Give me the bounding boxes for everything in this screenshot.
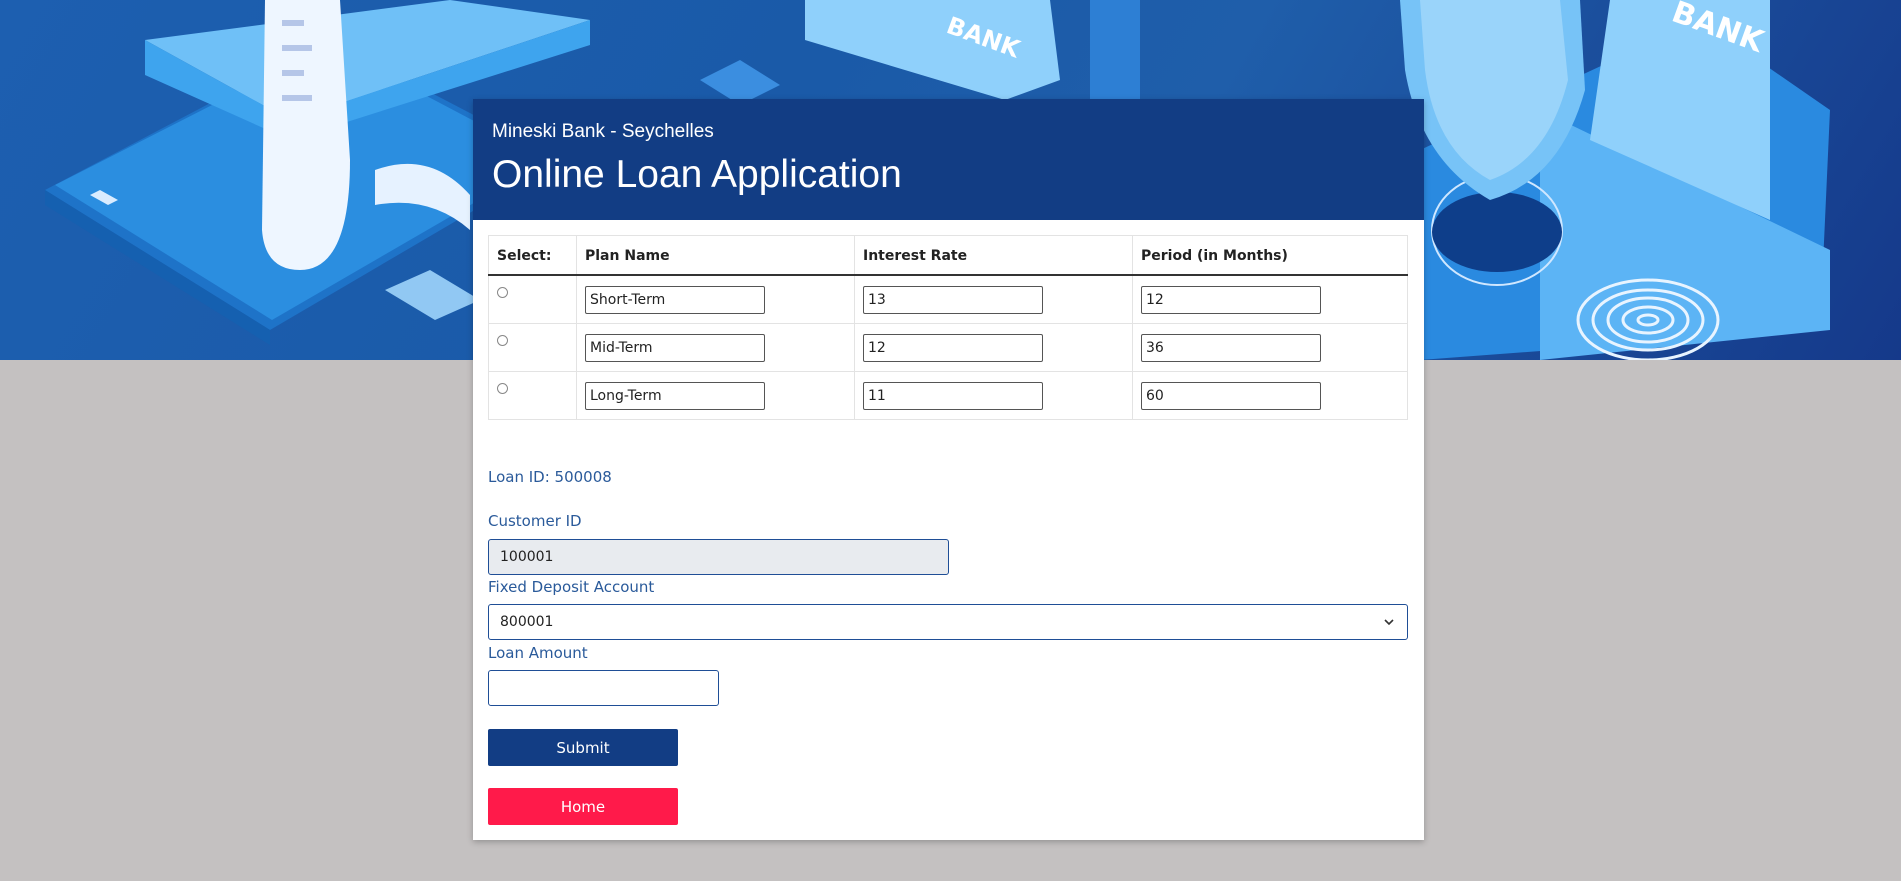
plan-name-cell [576, 323, 855, 372]
bank-name: Mineski Bank - Seychelles [492, 121, 714, 142]
plan-radio-short-term[interactable] [497, 287, 508, 298]
fixed-deposit-select[interactable]: 800001 [488, 604, 1408, 640]
plan-name-input[interactable] [585, 285, 765, 314]
loan-plans-table: Select: Plan Name Interest Rate Period (… [488, 235, 1408, 420]
customer-id-value: 100001 [500, 549, 554, 565]
table-row [488, 274, 1408, 324]
loan-id-text: Loan ID: 500008 [488, 468, 612, 486]
plan-name-cell [576, 274, 855, 324]
customer-id-field[interactable]: 100001 [488, 539, 949, 575]
interest-rate-cell [854, 371, 1133, 420]
table-row [488, 323, 1408, 372]
fixed-deposit-value: 800001 [500, 614, 554, 630]
submit-button[interactable]: Submit [488, 729, 678, 766]
interest-rate-cell [854, 323, 1133, 372]
customer-id-label: Customer ID [488, 512, 582, 530]
period-cell [1132, 323, 1408, 372]
period-input[interactable] [1141, 381, 1321, 410]
plan-name-input[interactable] [585, 381, 765, 410]
select-cell [488, 371, 577, 420]
period-input[interactable] [1141, 333, 1321, 362]
plan-radio-long-term[interactable] [497, 383, 508, 394]
interest-rate-input[interactable] [863, 333, 1043, 362]
loan-application-card: Mineski Bank - Seychelles Online Loan Ap… [473, 99, 1424, 840]
loan-amount-input[interactable] [488, 670, 719, 706]
interest-rate-input[interactable] [863, 381, 1043, 410]
home-button[interactable]: Home [488, 788, 678, 825]
page-title: Online Loan Application [492, 153, 902, 196]
plan-name-input[interactable] [585, 333, 765, 362]
table-row [488, 371, 1408, 420]
loan-amount-label: Loan Amount [488, 644, 588, 662]
plan-radio-mid-term[interactable] [497, 335, 508, 346]
period-input[interactable] [1141, 285, 1321, 314]
interest-rate-cell [854, 274, 1133, 324]
column-header-interest-rate: Interest Rate [854, 235, 1133, 276]
period-cell [1132, 274, 1408, 324]
table-header-row: Select: Plan Name Interest Rate Period (… [488, 235, 1408, 276]
card-header: Mineski Bank - Seychelles Online Loan Ap… [473, 99, 1424, 220]
select-cell [488, 323, 577, 372]
receipt-shape [262, 0, 350, 270]
plan-name-cell [576, 371, 855, 420]
select-cell [488, 274, 577, 324]
column-header-period: Period (in Months) [1132, 235, 1408, 276]
column-header-plan-name: Plan Name [576, 235, 855, 276]
fixed-deposit-label: Fixed Deposit Account [488, 578, 655, 596]
column-header-select: Select: [488, 235, 577, 276]
chevron-down-icon [1384, 619, 1394, 626]
period-cell [1132, 371, 1408, 420]
interest-rate-input[interactable] [863, 285, 1043, 314]
